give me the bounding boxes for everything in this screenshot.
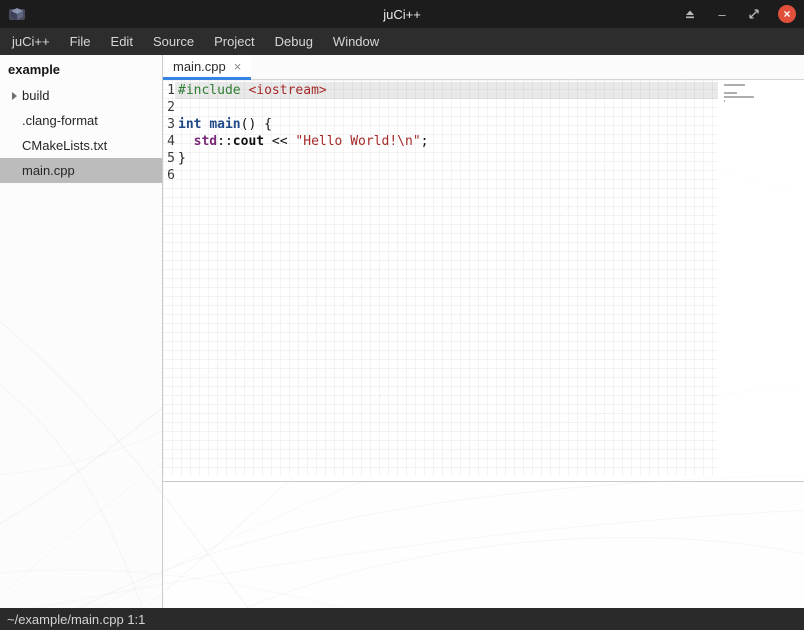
minimap-line bbox=[724, 100, 725, 102]
menu-file[interactable]: File bbox=[60, 28, 101, 55]
code-text bbox=[175, 99, 718, 116]
code-text: std::cout << "Hello World!\n"; bbox=[175, 133, 718, 150]
code-line: 5} bbox=[163, 150, 718, 167]
file-tree-panel: example build .clang-format CMakeLists.txt… bbox=[0, 55, 163, 608]
line-number: 6 bbox=[163, 167, 175, 184]
code-area[interactable]: 1#include <iostream>23int main() {4 std:… bbox=[163, 80, 718, 476]
menu-source[interactable]: Source bbox=[143, 28, 204, 55]
line-number: 1 bbox=[163, 82, 175, 99]
menubar: juCi++FileEditSourceProjectDebugWindow bbox=[0, 28, 804, 55]
code-text: #include <iostream> bbox=[175, 82, 718, 99]
restore-button[interactable] bbox=[746, 6, 762, 22]
tree-item-build[interactable]: build bbox=[0, 83, 162, 108]
tree-item-clang-format[interactable]: .clang-format bbox=[0, 108, 162, 133]
main-column: main.cpp × 1#include <iostream>23int mai… bbox=[163, 55, 804, 608]
tab-bar: main.cpp × bbox=[163, 55, 804, 80]
code-text: } bbox=[175, 150, 718, 167]
tree-item-label: build bbox=[22, 88, 49, 103]
tree-root-folder[interactable]: example bbox=[0, 55, 162, 83]
output-panel[interactable] bbox=[163, 481, 804, 608]
app-window: juCi++ – × juCi++FileEditSourceProjectDe… bbox=[0, 0, 804, 630]
status-file-position: ~/example/main.cpp 1:1 bbox=[7, 612, 145, 627]
line-number: 5 bbox=[163, 150, 175, 167]
minimap-line bbox=[724, 92, 737, 94]
tree-items: build .clang-format CMakeLists.txt main.cpp bbox=[0, 83, 162, 183]
close-button[interactable]: × bbox=[778, 5, 796, 23]
menu-juci[interactable]: juCi++ bbox=[2, 28, 60, 55]
menu-debug[interactable]: Debug bbox=[265, 28, 323, 55]
line-number: 3 bbox=[163, 116, 175, 133]
minimize-button[interactable]: – bbox=[714, 6, 730, 22]
line-number: 2 bbox=[163, 99, 175, 116]
minimap[interactable] bbox=[724, 84, 758, 108]
tree-item-main-cpp[interactable]: main.cpp bbox=[0, 158, 162, 183]
code-text bbox=[175, 167, 718, 184]
line-number: 4 bbox=[163, 133, 175, 150]
window-controls: – × bbox=[682, 5, 796, 23]
tab-main-cpp[interactable]: main.cpp × bbox=[163, 55, 251, 80]
triangle-right-icon bbox=[12, 92, 17, 100]
app-logo-icon bbox=[8, 5, 26, 23]
menu-window[interactable]: Window bbox=[323, 28, 389, 55]
eject-icon[interactable] bbox=[682, 6, 698, 22]
code-line: 1#include <iostream> bbox=[163, 82, 718, 99]
status-bar: ~/example/main.cpp 1:1 bbox=[0, 608, 804, 630]
menu-edit[interactable]: Edit bbox=[101, 28, 143, 55]
code-line: 2 bbox=[163, 99, 718, 116]
minimap-line bbox=[724, 84, 745, 86]
tree-item-cmakelists-txt[interactable]: CMakeLists.txt bbox=[0, 133, 162, 158]
tree-item-label: .clang-format bbox=[22, 113, 98, 128]
menu-project[interactable]: Project bbox=[204, 28, 264, 55]
code-editor[interactable]: 1#include <iostream>23int main() {4 std:… bbox=[163, 80, 804, 481]
code-line: 4 std::cout << "Hello World!\n"; bbox=[163, 133, 718, 150]
tab-close-icon[interactable]: × bbox=[234, 60, 242, 73]
titlebar[interactable]: juCi++ – × bbox=[0, 0, 804, 28]
code-line: 3int main() { bbox=[163, 116, 718, 133]
expander-icon[interactable] bbox=[6, 92, 22, 100]
tree-item-label: CMakeLists.txt bbox=[22, 138, 107, 153]
window-body: example build .clang-format CMakeLists.txt… bbox=[0, 55, 804, 608]
tree-item-label: main.cpp bbox=[22, 163, 75, 178]
code-line: 6 bbox=[163, 167, 718, 184]
minimap-line bbox=[724, 96, 754, 98]
tab-label: main.cpp bbox=[173, 59, 226, 74]
code-text: int main() { bbox=[175, 116, 718, 133]
